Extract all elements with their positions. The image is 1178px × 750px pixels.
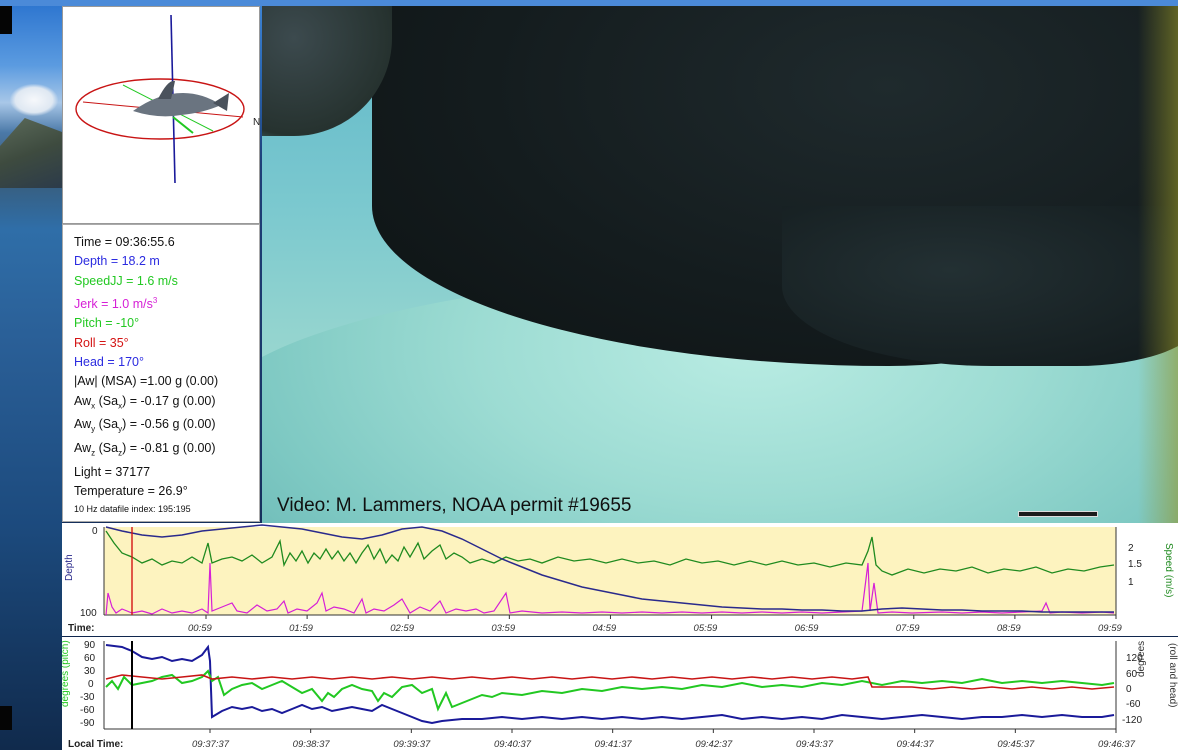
depth-x-tick-label: 00:59 — [188, 623, 212, 634]
local-time-axis-label: Local Time: — [68, 739, 123, 750]
heading-readout: Head = 170° — [74, 354, 144, 369]
awx-value: ) = -0.17 g (0.00) — [122, 393, 216, 408]
depth-speed-plot: Depth 0 100 2 1.5 1 Speed (m/s) Time: 00… — [64, 524, 1174, 634]
pitch-series — [105, 669, 1115, 712]
mountain-image — [0, 118, 62, 188]
depth-x-tick-label: 02:59 — [390, 623, 414, 634]
speed-readout: SpeedJJ = 1.6 m/s — [74, 273, 178, 288]
time-readout: Time = 09:36:55.6 — [74, 235, 175, 249]
attitude-chart: degrees (pitch) 90 60 30 0 -30 -60 -90 1… — [62, 637, 1178, 750]
temperature-readout: Temperature = 26.9° — [74, 484, 188, 499]
awz-readout: Awz (Saz) = -0.81 g (0.00) — [74, 439, 259, 463]
aw-msa-readout: |Aw| (MSA) =1.00 g (0.00) — [74, 374, 219, 389]
speed-tick: 2 — [1128, 543, 1134, 554]
light-readout: Light = 37177 — [74, 464, 151, 479]
roll-readout: Roll = 35° — [74, 335, 129, 350]
roll-head-tick: -120 — [1122, 715, 1142, 726]
awy-readout: Awy (Say) = -0.56 g (0.00) — [74, 415, 259, 439]
video-credit: Video: M. Lammers, NOAA permit #19655 — [277, 495, 632, 516]
attitude-plot: degrees (pitch) 90 60 30 0 -30 -60 -90 1… — [62, 640, 1178, 750]
roll-head-tick: -60 — [1126, 699, 1141, 710]
pitch-tick: -30 — [80, 692, 95, 703]
roll-head-axis-label: degrees — [1136, 641, 1147, 677]
pitch-tick: 60 — [84, 653, 96, 664]
svg-text:N: N — [253, 117, 260, 128]
attitude-x-tick-label: 09:37:37 — [192, 739, 230, 750]
attitude-x-tick-label: 09:40:37 — [494, 739, 532, 750]
pitch-tick: -60 — [80, 705, 95, 716]
awz-mid: (Sa — [95, 441, 119, 456]
pitch-tick: 90 — [84, 640, 96, 651]
jerk-text: Jerk = 1.0 m/s — [74, 297, 153, 312]
whale-jaw-image — [782, 206, 1178, 366]
attitude-x-tick-label: 09:41:37 — [595, 739, 633, 750]
depth-readout: Depth = 18.2 m — [74, 254, 160, 269]
attitude-x-tick-label: 09:43:37 — [796, 739, 834, 750]
datafile-index: 10 Hz datafile index: 195:195 — [74, 503, 191, 514]
awx-prefix: Aw — [74, 393, 92, 408]
depth-tick-bottom: 100 — [80, 608, 97, 619]
attitude-x-tick-label: 09:39:37 — [393, 739, 431, 750]
pitch-readout: Pitch = -10° — [74, 316, 140, 331]
depth-tick-top: 0 — [92, 526, 98, 537]
lens-vignette — [1138, 6, 1178, 523]
depth-x-ticks: 00:59 01:59 02:59 03:59 04:59 05:59 06:59 07:59… — [188, 615, 1122, 634]
pitch-axis-label: degrees (pitch) — [62, 640, 71, 707]
pitch-tick: -90 — [80, 718, 95, 729]
underwater-video-frame[interactable]: Video: M. Lammers, NOAA permit #19655 — [262, 6, 1178, 523]
awy-prefix: Aw — [74, 417, 92, 432]
attitude-x-tick-label: 09:42:37 — [695, 739, 733, 750]
depth-x-tick-label: 07:59 — [896, 623, 920, 634]
jerk-unit-superscript: 3 — [152, 295, 158, 305]
depth-x-tick-label: 01:59 — [289, 623, 313, 634]
jerk-readout: Jerk = 1.0 m/s3 — [74, 291, 259, 314]
video-scale-bar — [1018, 511, 1098, 517]
speed-tick: 1.5 — [1128, 559, 1142, 570]
depth-x-tick-label: 03:59 — [491, 623, 515, 634]
background-photo-strip — [0, 6, 62, 750]
speed-axis-label: Speed (m/s) — [1163, 543, 1174, 597]
awz-value: ) = -0.81 g (0.00) — [122, 441, 216, 456]
edge-block — [0, 706, 12, 730]
attitude-x-tick-label: 09:38:37 — [293, 739, 331, 750]
edge-block — [0, 6, 12, 34]
depth-x-tick-label: 06:59 — [795, 623, 819, 634]
awx-mid: (Sa — [95, 393, 119, 408]
pitch-tick: 30 — [84, 666, 96, 677]
roll-head-axis-sublabel: (roll and head) — [1167, 643, 1178, 707]
pitch-tick: 0 — [88, 679, 94, 690]
attitude-x-tick-label: 09:46:37 — [1098, 739, 1136, 750]
awy-value: ) = -0.56 g (0.00) — [122, 417, 216, 432]
depth-x-tick-label: 04:59 — [592, 623, 616, 634]
depth-axis-label: Depth — [64, 554, 75, 581]
depth-x-tick-label: 05:59 — [694, 623, 718, 634]
awx-readout: Awx (Sax) = -0.17 g (0.00) — [74, 392, 259, 416]
pitch-ticks: 90 60 30 0 -30 -60 -90 — [80, 640, 96, 729]
plot-area — [104, 527, 1116, 615]
attitude-x-tick-label: 09:45:37 — [997, 739, 1035, 750]
attitude-x-ticks: 09:37:37 09:38:37 09:39:37 09:40:37 09:41:37… — [192, 729, 1136, 750]
heading-series — [105, 644, 1115, 725]
whale-orientation-3d-icon: N — [75, 14, 260, 184]
attitude-x-tick-label: 09:44:37 — [897, 739, 935, 750]
speed-tick: 1 — [1128, 577, 1134, 588]
sensor-info-panel: Time = 09:36:55.6 Depth = 18.2 m SpeedJJ… — [62, 224, 260, 522]
cloud-image — [10, 84, 58, 116]
depth-x-tick-label: 09:59 — [1098, 623, 1122, 634]
time-axis-label: Time: — [68, 623, 95, 634]
depth-speed-chart: Depth 0 100 2 1.5 1 Speed (m/s) Time: 00… — [62, 523, 1178, 636]
awz-prefix: Aw — [74, 441, 92, 456]
orientation-widget: N — [62, 6, 260, 224]
awy-mid: (Sa — [95, 417, 119, 432]
depth-x-tick-label: 08:59 — [997, 623, 1021, 634]
roll-head-tick: 0 — [1126, 684, 1132, 695]
